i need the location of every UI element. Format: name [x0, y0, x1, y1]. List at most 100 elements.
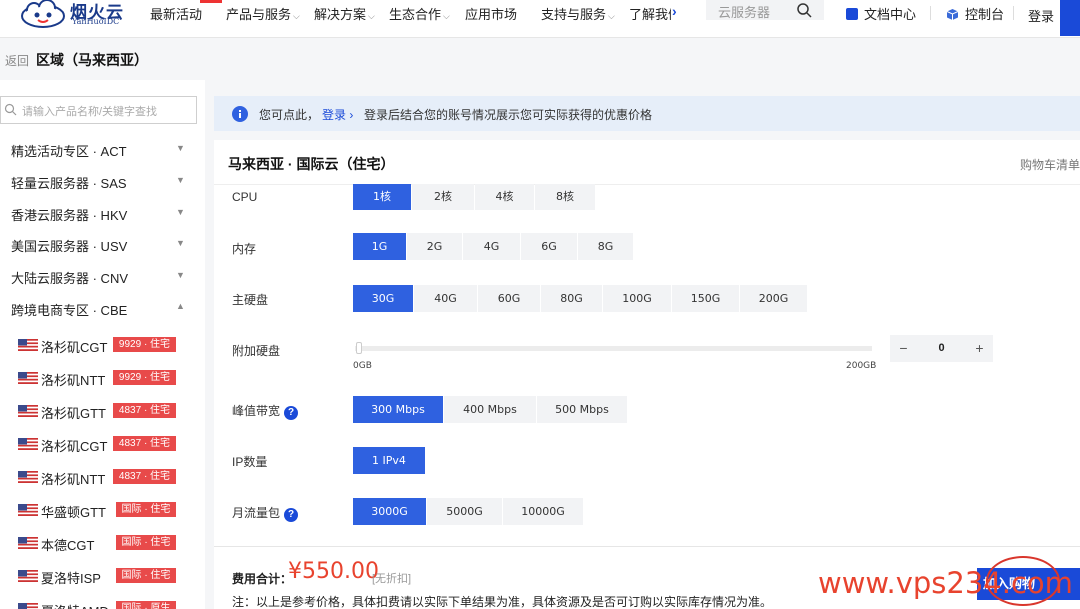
sidebar-subitem[interactable]: 洛杉矶NTT 9929 · 住宅	[18, 369, 188, 389]
nav-scroll-right-icon[interactable]: ›	[672, 3, 677, 19]
register-button[interactable]	[1060, 0, 1080, 36]
document-icon	[846, 8, 858, 20]
option-disk-button[interactable]: 150G	[672, 285, 739, 312]
chevron-down-icon: ⌵	[368, 11, 375, 21]
option-disk-button[interactable]: 40G	[414, 285, 477, 312]
option-disk-button[interactable]: 80G	[541, 285, 602, 312]
sidebar-subitem[interactable]: 洛杉矶GTT 4837 · 住宅	[18, 402, 188, 422]
extra-disk-label: 附加硬盘	[232, 344, 281, 358]
us-flag-icon	[18, 405, 38, 417]
slider-max-label: 200GB	[846, 361, 877, 371]
option-disk-button[interactable]: 30G	[353, 285, 413, 312]
option-cpu-button[interactable]: 2核	[412, 184, 474, 210]
option-bw-button[interactable]: 500 Mbps	[537, 396, 627, 423]
option-disk-button[interactable]: 60G	[478, 285, 540, 312]
option-label-bw: 峰值带宽?	[232, 402, 299, 420]
product-title: 马来西亚 · 国际云（住宅）	[228, 156, 395, 172]
extra-disk-value-input[interactable]: 0	[917, 335, 966, 362]
option-traffic-button[interactable]: 3000G	[353, 498, 426, 525]
us-flag-icon	[18, 570, 38, 582]
subitem-name: 洛杉矶CGT	[41, 439, 108, 454]
option-label-cpu: CPU	[232, 190, 258, 204]
option-traffic-button[interactable]: 10000G	[503, 498, 583, 525]
option-label-ip: IP数量	[232, 455, 268, 469]
us-flag-icon	[18, 504, 38, 516]
sidebar-subitem[interactable]: 洛杉矶NTT 4837 · 住宅	[18, 468, 188, 488]
help-icon[interactable]: ?	[284, 508, 299, 522]
category-label: 美国云服务器 · USV	[11, 239, 128, 254]
option-ip-button[interactable]: 1 IPv4	[353, 447, 425, 474]
extra-disk-slider-track[interactable]	[355, 346, 872, 351]
nav-item-support[interactable]: 支持与服务 ⌵	[541, 4, 615, 23]
docs-link[interactable]: 文档中心	[846, 4, 916, 23]
category-label: 香港云服务器 · HKV	[11, 208, 128, 223]
back-link[interactable]: 返回	[5, 52, 29, 69]
subitem-badge: 9929 · 住宅	[113, 337, 176, 352]
sidebar-subitem[interactable]: 夏洛特ISP 国际 · 住宅	[18, 567, 188, 587]
subitem-name: 洛杉矶NTT	[41, 472, 106, 487]
option-disk-button[interactable]: 100G	[603, 285, 671, 312]
option-bw-button[interactable]: 400 Mbps	[444, 396, 536, 423]
cart-list-link[interactable]: 购物车清单	[1020, 156, 1080, 173]
nav-item-about[interactable]: 了解我们	[629, 4, 671, 23]
option-cpu-button[interactable]: 8核	[535, 184, 595, 210]
option-mem-button[interactable]: 4G	[463, 233, 520, 260]
sidebar-search-input[interactable]: 请输入产品名称/关键字查找	[0, 96, 197, 124]
caret-down-icon: ▼	[176, 238, 185, 248]
option-label-traffic: 月流量包?	[232, 504, 299, 522]
decrement-button[interactable]: −	[890, 335, 917, 362]
sidebar-subitem[interactable]: 夏洛特AMD 国际 · 原生	[18, 600, 188, 609]
divider	[214, 546, 1080, 547]
sidebar-subitem[interactable]: 洛杉矶CGT 4837 · 住宅	[18, 435, 188, 455]
option-mem-button[interactable]: 2G	[407, 233, 462, 260]
top-search-placeholder: 云服务器	[718, 5, 771, 20]
notice-login-link[interactable]: 登录 ›	[322, 106, 353, 123]
subitem-name: 夏洛特AMD	[41, 601, 109, 609]
sidebar-subitem[interactable]: 华盛顿GTT 国际 · 住宅	[18, 501, 188, 521]
us-flag-icon	[18, 603, 38, 609]
option-traffic-button[interactable]: 5000G	[427, 498, 502, 525]
option-mem-button[interactable]: 8G	[578, 233, 633, 260]
us-flag-icon	[18, 339, 38, 351]
divider	[214, 184, 1080, 185]
help-icon[interactable]: ?	[284, 406, 299, 420]
chevron-down-icon: ⌵	[293, 11, 300, 21]
nav-hot-tag	[200, 0, 222, 3]
category-label: 轻量云服务器 · SAS	[11, 176, 127, 191]
subitem-badge: 国际 · 原生	[116, 601, 176, 609]
subitem-badge: 国际 · 住宅	[116, 568, 176, 583]
logo[interactable]: 烟火云 YanHuoIDC	[18, 0, 128, 30]
sidebar-subitem[interactable]: 本德CGT 国际 · 住宅	[18, 534, 188, 554]
nav-item-market[interactable]: 应用市场	[465, 4, 517, 23]
nav-item-ecosystem[interactable]: 生态合作 ⌵	[389, 4, 450, 23]
nav-item-latest[interactable]: 最新活动	[150, 4, 202, 23]
caret-up-icon: ▲	[176, 301, 185, 311]
nav-item-solutions[interactable]: 解决方案 ⌵	[314, 4, 375, 23]
extra-disk-slider-handle[interactable]	[356, 342, 362, 354]
config-panel: 马来西亚 · 国际云（住宅） 购物车清单 CPU 1核 2核 4核 8核 内存 1G 2G 4G…	[214, 140, 1080, 609]
increment-button[interactable]: +	[966, 335, 993, 362]
console-link[interactable]: 控制台	[946, 4, 1004, 23]
page-title: 区域（马来西亚）	[36, 52, 148, 68]
extra-disk-stepper: − 0 +	[890, 335, 993, 362]
nav-item-products[interactable]: 产品与服务 ⌵	[226, 4, 300, 23]
subitem-badge: 4837 · 住宅	[113, 403, 176, 418]
option-bw-button[interactable]: 300 Mbps	[353, 396, 443, 423]
price-disclaimer: 注：以上是参考价格，具体扣费请以实际下单结果为准，具体资源及是否可订购以实际库存…	[232, 595, 773, 609]
subitem-name: 本德CGT	[41, 538, 95, 553]
subitem-name: 洛杉矶GTT	[41, 406, 106, 421]
option-mem-button[interactable]: 6G	[521, 233, 577, 260]
category-label: 跨境电商专区 · CBE	[11, 303, 128, 318]
chevron-down-icon: ⌵	[608, 11, 615, 21]
discount-note: [无折扣]	[372, 573, 412, 585]
option-cpu-button[interactable]: 4核	[475, 184, 534, 210]
search-icon[interactable]	[796, 2, 812, 18]
login-link[interactable]: 登录	[1028, 6, 1054, 25]
option-mem-button[interactable]: 1G	[353, 233, 406, 260]
search-icon	[4, 103, 17, 116]
sidebar-subitem[interactable]: 洛杉矶CGT 9929 · 住宅	[18, 336, 188, 356]
subitem-name: 夏洛特ISP	[41, 571, 101, 586]
option-disk-button[interactable]: 200G	[740, 285, 807, 312]
logo-cloud-icon	[21, 0, 65, 28]
option-cpu-button[interactable]: 1核	[353, 184, 411, 210]
